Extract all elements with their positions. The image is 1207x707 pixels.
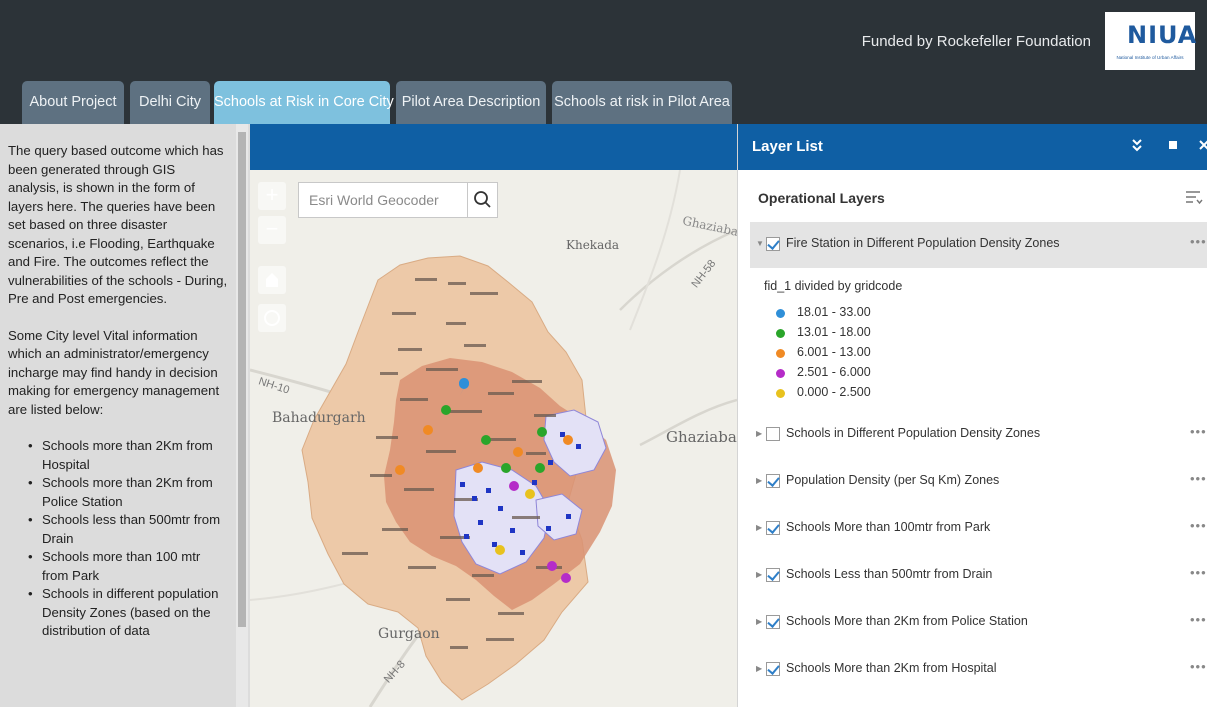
more-options-icon[interactable]: ••• (1190, 659, 1207, 674)
maximize-icon (1169, 141, 1177, 149)
search-icon (474, 191, 491, 208)
search-input[interactable] (299, 183, 467, 217)
close-icon (1199, 140, 1207, 150)
layer-item-fire-station[interactable]: ▼ Fire Station in Different Population D… (750, 222, 1207, 268)
tab-schools-at-risk-pilot-area[interactable]: Schools at risk in Pilot Area (552, 81, 732, 124)
info-paragraph-2: Some City level Vital information which … (8, 327, 220, 417)
legend-label: 18.01 - 33.00 (797, 305, 871, 319)
chevron-right-icon[interactable]: ▶ (756, 476, 764, 486)
legend-label: 6.001 - 13.00 (797, 345, 871, 359)
map-label-bahadurgarh: Bahadurgarh (272, 410, 366, 426)
layer-options-button[interactable] (1184, 188, 1204, 206)
info-text: The query based outcome which has been g… (8, 142, 230, 641)
search-button[interactable] (467, 183, 497, 217)
tab-about-project[interactable]: About Project (22, 81, 124, 124)
chevron-right-icon[interactable]: ▶ (756, 429, 764, 439)
legend-dot-icon (776, 369, 785, 378)
layer-item-schools-density[interactable]: ▶ Schools in Different Population Densit… (750, 412, 1207, 458)
info-panel: The query based outcome which has been g… (0, 124, 250, 707)
layer-label: Population Density (per Sq Km) Zones (786, 473, 1000, 487)
layer-label: Schools More than 2Km from Hospital (786, 661, 997, 675)
chevron-right-icon[interactable]: ▶ (756, 664, 764, 674)
layer-item-schools-park[interactable]: ▶ Schools More than 100mtr from Park ••• (750, 506, 1207, 552)
zoom-out-button[interactable]: − (258, 216, 286, 244)
tab-delhi-city[interactable]: Delhi City (130, 81, 210, 124)
layer-checkbox[interactable] (766, 615, 780, 629)
map-header-bar (250, 124, 737, 170)
niua-logo[interactable]: NIUA National Institute of Urban Affairs (1105, 12, 1198, 70)
maximize-panel-button[interactable] (1166, 136, 1180, 157)
home-icon (266, 273, 278, 287)
info-bullet-list: Schools more than 2Km from Hospital Scho… (8, 437, 230, 641)
more-options-icon[interactable]: ••• (1190, 565, 1207, 580)
locate-icon (264, 310, 280, 326)
legend-dot-icon (776, 389, 785, 398)
more-options-icon[interactable]: ••• (1190, 471, 1207, 486)
layer-checkbox[interactable] (766, 568, 780, 582)
chevron-right-icon[interactable]: ▶ (756, 617, 764, 627)
chevron-down-icon[interactable]: ▼ (756, 239, 764, 249)
list-item: Schools in different population Density … (28, 585, 230, 641)
info-paragraph-1: The query based outcome which has been g… (8, 143, 228, 306)
more-options-icon[interactable]: ••• (1190, 612, 1207, 627)
more-options-icon[interactable]: ••• (1190, 424, 1207, 439)
layer-label: Schools in Different Population Density … (786, 426, 1041, 440)
layer-checkbox[interactable] (766, 237, 780, 251)
info-scrollbar-thumb[interactable] (238, 132, 246, 627)
layer-checkbox[interactable] (766, 662, 780, 676)
more-options-icon[interactable]: ••• (1190, 234, 1207, 249)
chevron-right-icon[interactable]: ▶ (756, 570, 764, 580)
map-label-gurgaon: Gurgaon (378, 626, 440, 642)
funded-by-text: Funded by Rockefeller Foundation (861, 33, 1091, 50)
legend-dot-icon (776, 329, 785, 338)
legend-dot-icon (776, 309, 785, 318)
layer-item-schools-police[interactable]: ▶ Schools More than 2Km from Police Stat… (750, 600, 1207, 646)
chevron-right-icon[interactable]: ▶ (756, 523, 764, 533)
map-label-ghaziabad: Ghaziabad (666, 428, 737, 446)
layer-checkbox[interactable] (766, 474, 780, 488)
map-view[interactable]: + − Khekada Ghaziabad Ghaziabad Bahadurg… (250, 170, 737, 707)
layer-item-schools-drain[interactable]: ▶ Schools Less than 500mtr from Drain ••… (750, 553, 1207, 599)
logo-mark: NIUA (1127, 21, 1198, 49)
map-label-khekada: Khekada (566, 238, 620, 252)
operational-layers-title: Operational Layers (758, 190, 885, 206)
layer-checkbox[interactable] (766, 521, 780, 535)
legend-label: 13.01 - 18.00 (797, 325, 871, 339)
tab-schools-at-risk-core-city[interactable]: Schools at Risk in Core City (214, 81, 394, 124)
list-item: Schools more than 100 mtr from Park (28, 548, 230, 585)
legend-label: 2.501 - 6.000 (797, 365, 871, 379)
home-button[interactable] (258, 266, 286, 294)
tab-pilot-area-description[interactable]: Pilot Area Description (396, 81, 546, 124)
basemap (250, 170, 737, 707)
layer-list-panel: Layer List Operational Layers ▼ Fire Sta… (737, 124, 1207, 707)
zoom-in-button[interactable]: + (258, 182, 286, 210)
layer-label: Fire Station in Different Population Den… (786, 236, 1060, 250)
list-options-icon (1186, 191, 1203, 205)
list-item: Schools more than 2Km from Hospital (28, 437, 230, 474)
legend-dot-icon (776, 349, 785, 358)
layer-label: Schools Less than 500mtr from Drain (786, 567, 993, 581)
layer-label: Schools More than 100mtr from Park (786, 520, 991, 534)
logo-subtext: National Institute of Urban Affairs (1116, 55, 1184, 60)
close-panel-button[interactable] (1198, 136, 1207, 157)
legend-title: fid_1 divided by gridcode (764, 279, 903, 293)
legend-label: 0.000 - 2.500 (797, 385, 871, 399)
list-item: Schools less than 500mtr from Drain (28, 511, 230, 548)
layer-list-title: Layer List (752, 138, 823, 155)
list-item: Schools more than 2Km from Police Statio… (28, 474, 230, 511)
layer-label: Schools More than 2Km from Police Statio… (786, 614, 1028, 628)
more-options-icon[interactable]: ••• (1190, 518, 1207, 533)
layer-list-header: Layer List (738, 124, 1207, 170)
locate-button[interactable] (258, 304, 286, 332)
layer-item-schools-hospital[interactable]: ▶ Schools More than 2Km from Hospital ••… (750, 647, 1207, 693)
layer-item-population-density[interactable]: ▶ Population Density (per Sq Km) Zones •… (750, 459, 1207, 505)
collapse-panel-button[interactable] (1130, 136, 1144, 157)
layer-checkbox[interactable] (766, 427, 780, 441)
geocoder-search (298, 182, 498, 218)
double-chevron-down-icon (1132, 139, 1142, 152)
